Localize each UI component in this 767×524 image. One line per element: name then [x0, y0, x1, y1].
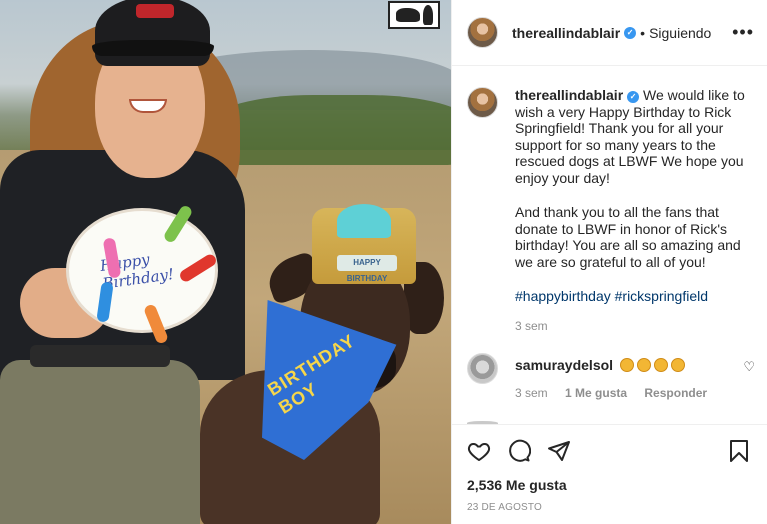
post-photo[interactable]: Happy Birthday! BIRTHDAY BOY HAPPY BIRTH… [0, 0, 451, 524]
comment-meta: 3 sem 1 Me gusta Responder [515, 386, 745, 400]
caption-username[interactable]: thereallindablair [515, 87, 623, 103]
clapping-hands-emoji-icon [636, 357, 651, 372]
comment-item: samuraydelsol 3 sem 1 Me gusta Responder… [467, 352, 755, 401]
instagram-post: Happy Birthday! BIRTHDAY BOY HAPPY BIRTH… [0, 0, 767, 524]
post-actions: 2,536 Me gusta 23 DE AGOSTO [452, 424, 767, 524]
verified-badge-icon: ✓ [624, 26, 637, 39]
caption-avatar[interactable] [467, 87, 498, 118]
caption-paragraph-2: And thank you to all the fans that donat… [515, 204, 741, 270]
caption-hashtags[interactable]: #happybirthday #rickspringfield [515, 288, 745, 305]
caption-comment: thereallindablair ✓ We would like to wish… [467, 87, 753, 333]
reply-button[interactable]: Responder [644, 386, 707, 400]
more-options-icon[interactable]: ••• [732, 22, 754, 43]
comment-likes[interactable]: 1 Me gusta [565, 386, 627, 400]
caption-body: thereallindablair ✓ We would like to wish… [515, 87, 745, 333]
header-separator: • [640, 24, 646, 41]
cap-logo [136, 4, 174, 18]
cap-bill [92, 40, 214, 56]
action-icons-row [467, 439, 753, 465]
comment-body: samuraydelsol 3 sem 1 Me gusta Responder [515, 353, 745, 401]
commenter-username[interactable]: samuraydelsol [515, 357, 613, 373]
photo-trees [210, 95, 451, 165]
share-paper-plane-icon[interactable] [547, 439, 573, 465]
lbwf-watermark-logo [388, 1, 440, 29]
following-button[interactable]: Siguiendo [649, 25, 711, 41]
like-comment-heart-icon[interactable]: ♡ [743, 359, 755, 375]
comments-section[interactable]: thereallindablair ✓ We would like to wish… [452, 67, 767, 422]
crown-tip [337, 204, 391, 238]
comment-time[interactable]: 3 sem [515, 386, 548, 400]
like-heart-icon[interactable] [467, 439, 493, 465]
save-bookmark-icon[interactable] [727, 439, 753, 465]
commenter-avatar[interactable] [467, 352, 498, 384]
watermark-person-icon [422, 5, 433, 25]
caption-text: thereallindablair ✓ We would like to wish… [515, 87, 745, 186]
author-username[interactable]: thereallindablair [512, 25, 620, 41]
post-header: thereallindablair ✓ • Siguiendo ••• [452, 0, 767, 66]
clapping-hands-emoji-icon [670, 357, 685, 372]
crown-label: HAPPY BIRTHDAY [337, 255, 397, 283]
clapping-hands-emoji-icon [653, 357, 668, 372]
watermark-dog-icon [395, 8, 420, 22]
comment-bubble-icon[interactable] [507, 439, 533, 465]
post-date[interactable]: 23 DE AGOSTO [467, 502, 753, 513]
clapping-hands-emoji-icon [619, 357, 634, 372]
caption-meta: 3 sem [515, 319, 745, 333]
likes-count[interactable]: 2,536 Me gusta [467, 477, 753, 493]
author-avatar[interactable] [467, 17, 498, 48]
post-side-panel: thereallindablair ✓ • Siguiendo ••• ther… [451, 0, 767, 524]
comment-text: samuraydelsol [515, 357, 745, 374]
woman-pants [0, 360, 200, 524]
verified-badge-icon: ✓ [627, 91, 640, 103]
woman-belt [30, 345, 170, 367]
caption-time[interactable]: 3 sem [515, 319, 548, 333]
